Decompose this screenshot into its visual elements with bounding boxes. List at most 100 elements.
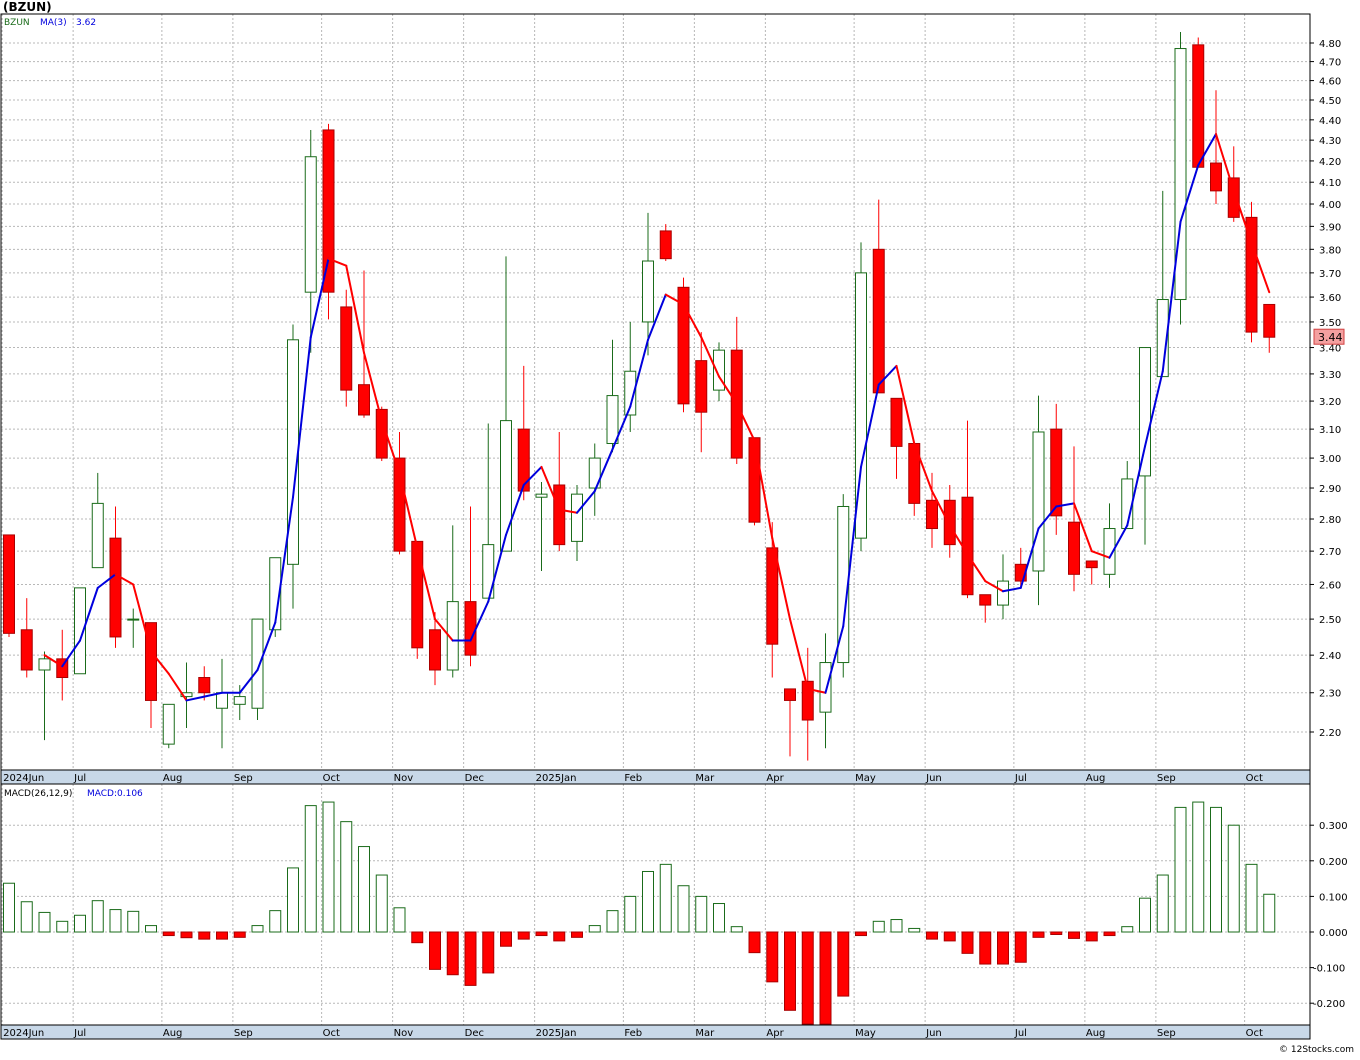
macd-bar bbox=[1210, 806, 1222, 933]
macd-bar bbox=[180, 931, 193, 939]
legend-ma-label: MA(3) bbox=[40, 18, 67, 28]
candle-body bbox=[1085, 560, 1098, 569]
candle-body bbox=[127, 618, 140, 621]
candle-body bbox=[411, 540, 424, 649]
price-tick-label: 3.90 bbox=[1319, 222, 1341, 233]
macd-bar bbox=[446, 931, 459, 976]
macd-tick-label: 0.000 bbox=[1319, 928, 1348, 939]
price-tick-label: 4.80 bbox=[1319, 39, 1341, 50]
candle-body bbox=[251, 618, 264, 709]
macd-bar bbox=[588, 925, 601, 933]
bottom-month-label: 2024Jun bbox=[3, 1028, 44, 1039]
macd-bar bbox=[251, 925, 264, 933]
macd-bar bbox=[340, 821, 353, 933]
candle-body bbox=[91, 502, 104, 569]
candle-body bbox=[979, 594, 992, 606]
macd-bar bbox=[56, 920, 69, 933]
bottom-month-label: Nov bbox=[394, 1028, 414, 1039]
macd-bar bbox=[1050, 931, 1063, 935]
macd-bar bbox=[730, 926, 743, 933]
candle-body bbox=[1032, 431, 1045, 572]
bottom-month-axis-band bbox=[0, 1024, 1311, 1040]
chart-canvas: 2.20 2.30 2.40 2.50 2.60 2.70 2.80 2.90 3.00 3.10… bbox=[0, 0, 1360, 1056]
candle-body bbox=[3, 534, 15, 634]
candle-body bbox=[1050, 428, 1063, 517]
bottom-month-label: Jul bbox=[1014, 1028, 1027, 1039]
macd-bar bbox=[1263, 893, 1276, 933]
macd-bar bbox=[464, 931, 477, 986]
candle-body bbox=[766, 547, 779, 645]
candle-body bbox=[20, 629, 33, 671]
macd-bar bbox=[1139, 897, 1151, 933]
macd-bar bbox=[216, 931, 228, 940]
price-tick-label: 3.60 bbox=[1319, 293, 1341, 304]
macd-bar bbox=[411, 931, 424, 944]
macd-bar bbox=[500, 931, 512, 947]
macd-bar bbox=[606, 910, 619, 933]
price-tick-label: 3.30 bbox=[1319, 370, 1341, 381]
macd-tick-label: -0.200 bbox=[1313, 999, 1345, 1010]
candle-body bbox=[162, 703, 175, 745]
candle-body bbox=[535, 493, 548, 498]
candle-body bbox=[1192, 44, 1205, 168]
candle-body bbox=[943, 499, 956, 546]
candle-body bbox=[358, 384, 370, 416]
macd-bar bbox=[1227, 824, 1240, 933]
candle-body bbox=[1068, 521, 1080, 575]
top-month-label: Aug bbox=[1086, 773, 1106, 784]
price-tick-label: 3.40 bbox=[1319, 344, 1341, 355]
macd-bar bbox=[20, 901, 33, 933]
price-tick-label: 2.80 bbox=[1319, 515, 1341, 526]
candle-body bbox=[695, 360, 708, 413]
macd-bar bbox=[748, 931, 761, 954]
price-tick-label: 4.20 bbox=[1319, 157, 1341, 168]
price-tick-label: 3.80 bbox=[1319, 245, 1341, 256]
candle-body bbox=[997, 580, 1009, 606]
macd-bar bbox=[819, 931, 832, 1025]
macd-bar bbox=[74, 914, 86, 933]
macd-bar bbox=[1068, 931, 1080, 939]
macd-tick-label: 0.300 bbox=[1319, 821, 1348, 832]
macd-bar bbox=[393, 907, 406, 933]
top-month-label: Mar bbox=[695, 773, 715, 784]
stock-chart: 2.20 2.30 2.40 2.50 2.60 2.70 2.80 2.90 3.00 3.10… bbox=[0, 0, 1360, 1056]
macd-tick-label: -0.100 bbox=[1313, 964, 1345, 975]
top-month-label: Jun bbox=[925, 773, 942, 784]
candle-body bbox=[233, 696, 246, 705]
macd-bar bbox=[322, 801, 335, 933]
top-month-label: Aug bbox=[163, 773, 183, 784]
candle-body bbox=[926, 499, 938, 530]
candle-body bbox=[872, 248, 885, 394]
macd-bar bbox=[358, 846, 370, 933]
macd-bar bbox=[943, 931, 956, 942]
candle-body bbox=[304, 156, 317, 293]
candle-body bbox=[748, 437, 761, 523]
bottom-month-label: 2025Jan bbox=[536, 1028, 577, 1039]
bottom-month-label: Sep bbox=[234, 1028, 253, 1039]
candle-body bbox=[571, 493, 583, 542]
top-month-label: Sep bbox=[234, 773, 253, 784]
bottom-month-label: Aug bbox=[163, 1028, 183, 1039]
macd-bar bbox=[1085, 931, 1098, 942]
price-tick-label: 3.10 bbox=[1319, 425, 1341, 436]
top-month-label: Oct bbox=[1246, 773, 1263, 784]
macd-bar bbox=[624, 895, 637, 933]
macd-bar bbox=[233, 931, 246, 938]
price-tick-label: 4.70 bbox=[1319, 58, 1341, 69]
macd-bar bbox=[677, 885, 690, 933]
price-tick-label: 2.50 bbox=[1319, 615, 1341, 626]
top-month-label: Sep bbox=[1157, 773, 1176, 784]
macd-bar bbox=[482, 931, 495, 974]
price-tick-label: 2.40 bbox=[1319, 651, 1341, 662]
price-tick-label: 2.90 bbox=[1319, 484, 1341, 495]
top-month-label: Nov bbox=[394, 773, 414, 784]
top-month-label: 2024Jun bbox=[3, 773, 44, 784]
macd-tick-label: 0.200 bbox=[1319, 857, 1348, 868]
macd-bar bbox=[145, 925, 157, 933]
macd-bar bbox=[3, 882, 15, 933]
candle-body bbox=[429, 629, 441, 671]
bottom-month-label: May bbox=[855, 1028, 876, 1039]
top-month-label: Jul bbox=[1014, 773, 1027, 784]
bottom-month-label: Mar bbox=[695, 1028, 715, 1039]
macd-bar bbox=[890, 919, 903, 933]
